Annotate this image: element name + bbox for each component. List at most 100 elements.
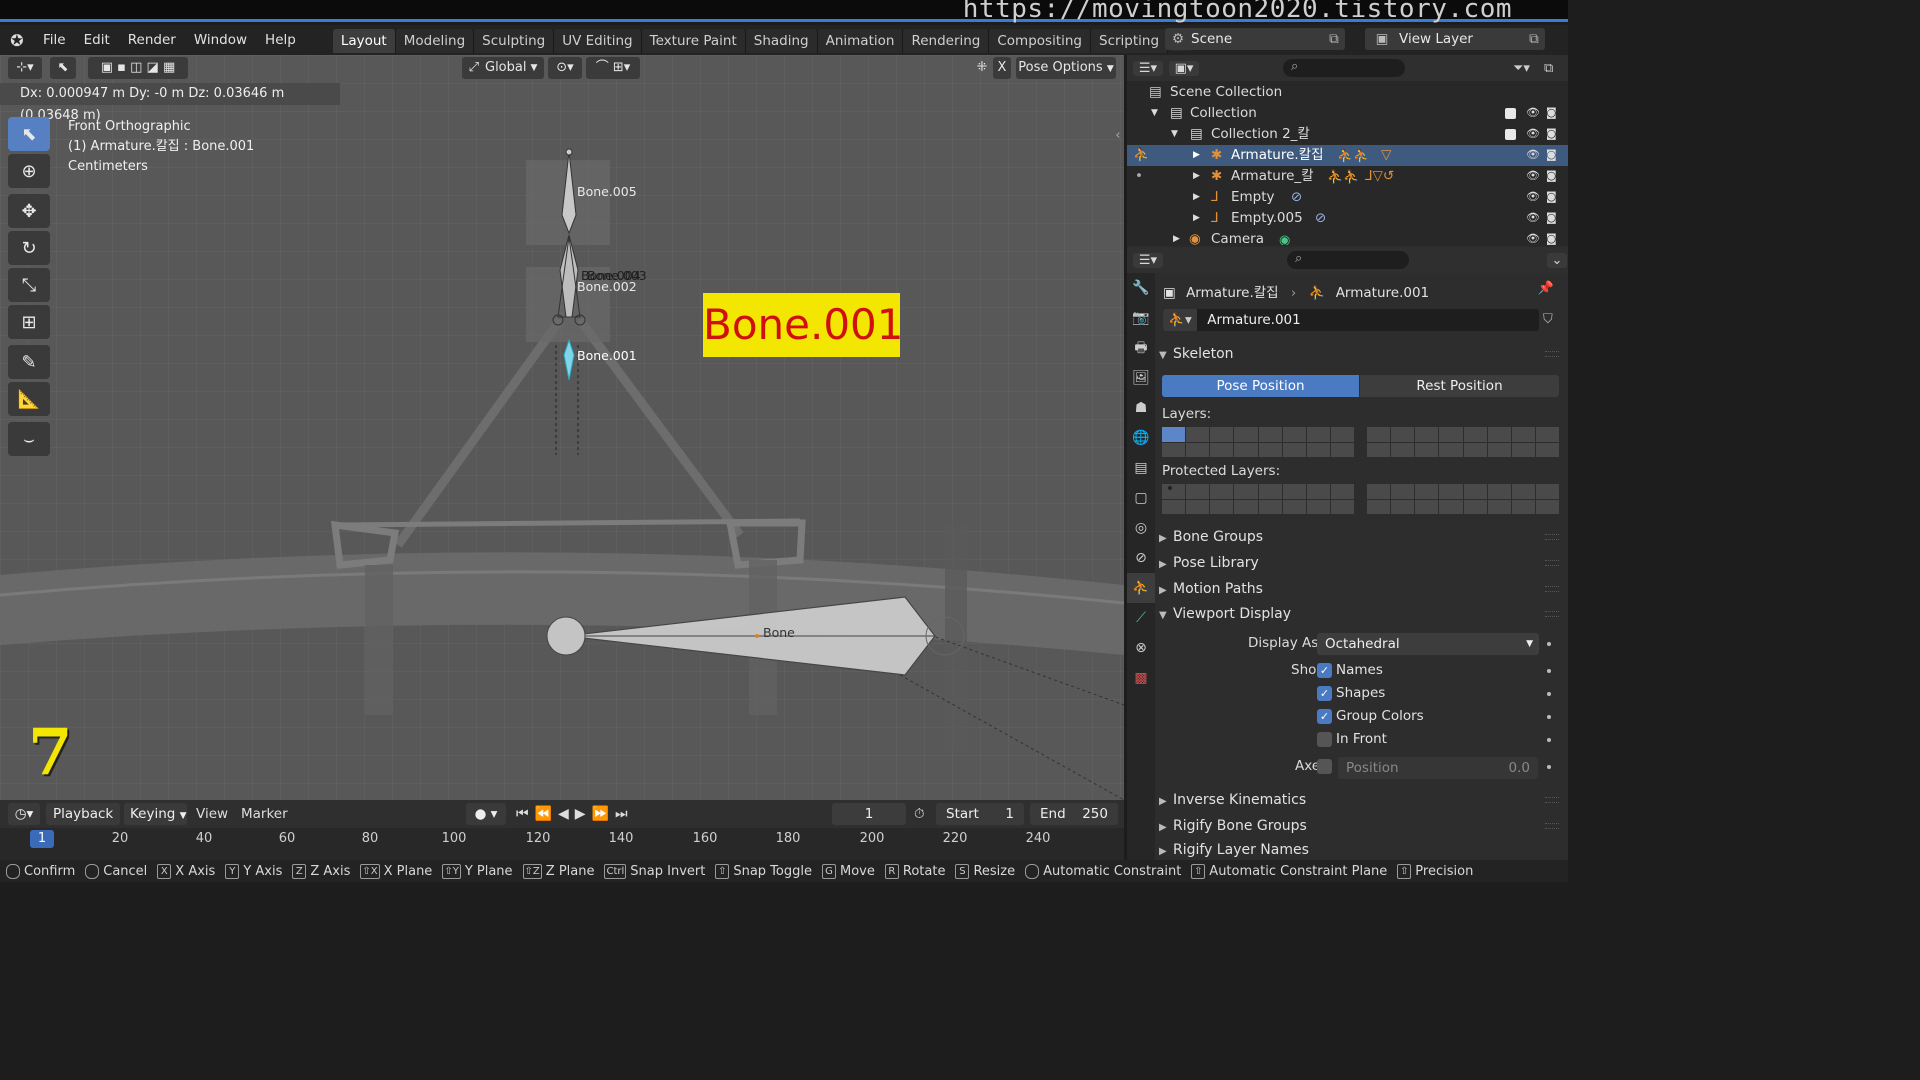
menu-edit[interactable]: Edit xyxy=(75,25,119,55)
camera-render-icon[interactable]: ◙ xyxy=(1546,191,1558,203)
armature-browse-icon[interactable]: ⛹▾ xyxy=(1163,309,1197,331)
editor-type-button[interactable]: ⊹▾ xyxy=(8,57,42,79)
timeline-view-menu[interactable]: View xyxy=(196,804,228,824)
pivot-point-button[interactable]: ⊙▾ xyxy=(548,57,582,79)
exclude-checkbox[interactable] xyxy=(1505,129,1516,140)
camera-render-icon[interactable]: ◙ xyxy=(1546,233,1558,245)
3d-viewport[interactable]: Bone.005 Bone.004 Bone.003 Bone.002 Bone… xyxy=(0,55,1124,800)
expand-icon[interactable]: ▶ xyxy=(1193,166,1200,187)
drag-grip-icon[interactable] xyxy=(1545,560,1559,566)
texture-tab-icon[interactable]: ▩ xyxy=(1127,663,1155,693)
camera-render-icon[interactable]: ◙ xyxy=(1546,128,1558,140)
animate-property-dot[interactable] xyxy=(1547,669,1551,673)
camera-render-icon[interactable]: ◙ xyxy=(1546,149,1558,161)
protected-layers-grid-right[interactable] xyxy=(1367,484,1559,514)
menu-file[interactable]: File xyxy=(34,25,75,55)
expand-icon[interactable]: ▶ xyxy=(1193,187,1200,208)
modifier-icons[interactable]: ⅃▽↺ xyxy=(1365,166,1394,187)
camera-render-icon[interactable]: ◙ xyxy=(1546,212,1558,224)
scene-selector[interactable]: ⚙ Scene ⧉ xyxy=(1165,28,1345,50)
view-layer-selector[interactable]: ▣ View Layer ⧉ xyxy=(1365,28,1545,50)
armature-name-field[interactable]: ⛹▾ Armature.001 xyxy=(1163,309,1539,331)
timeline-marker-menu[interactable]: Marker xyxy=(241,804,288,824)
select-box-tool-icon[interactable]: ⬉ xyxy=(8,117,50,151)
exclude-checkbox[interactable] xyxy=(1505,108,1516,119)
filter-icon[interactable]: ⏷▾ xyxy=(1513,61,1530,76)
blender-logo-icon[interactable]: ✪ xyxy=(0,31,34,50)
layers-grid-right[interactable] xyxy=(1367,427,1559,457)
measure-tool-icon[interactable]: 📐 xyxy=(8,382,50,416)
pose-library-section[interactable]: ▶ Pose Library xyxy=(1159,552,1559,574)
rigify-bone-groups-section[interactable]: ▶ Rigify Bone Groups xyxy=(1159,815,1559,837)
group-colors-checkbox[interactable]: ✓ xyxy=(1317,709,1332,724)
camera-data-icon[interactable]: ◉ xyxy=(1279,230,1290,245)
tab-rendering[interactable]: Rendering xyxy=(903,29,990,53)
pose-options-dropdown[interactable]: Pose Options ▼ xyxy=(1016,57,1116,79)
select-mode-button[interactable]: ⬉ xyxy=(50,57,76,79)
scale-tool-icon[interactable]: ⤡ xyxy=(8,268,50,302)
x-mirror-toggle[interactable]: X xyxy=(993,57,1011,79)
tab-compositing[interactable]: Compositing xyxy=(989,29,1091,53)
collection-tab-icon[interactable]: ▤ xyxy=(1127,453,1155,483)
outliner-row-armature-sword[interactable]: • ▶ ✱ Armature_칼 ⛹⛹ ⅃▽↺ 👁 ◙ xyxy=(1127,166,1568,187)
chevron-down-icon[interactable]: ⌄ xyxy=(1547,252,1567,268)
transform-orientation-dropdown[interactable]: ⤢ Global ▼ xyxy=(462,57,544,79)
scene-tab-icon[interactable]: ☗ xyxy=(1127,393,1155,423)
eye-icon[interactable]: 👁 xyxy=(1526,149,1540,161)
menu-help[interactable]: Help xyxy=(256,25,305,55)
sidebar-toggle-icon[interactable]: ‹ xyxy=(1112,125,1124,143)
expand-icon[interactable]: ▶ xyxy=(1173,229,1180,245)
fake-user-shield-icon[interactable]: ⛉ xyxy=(1543,312,1553,327)
outliner-row-collection[interactable]: ▼ ▤ Collection 👁 ◙ xyxy=(1127,103,1568,124)
bone-tab-icon[interactable]: ⟋ xyxy=(1127,603,1155,633)
tab-shading[interactable]: Shading xyxy=(745,29,818,53)
render-tab-icon[interactable]: 📷 xyxy=(1127,303,1155,333)
outliner-row-collection2[interactable]: ▼ ▤ Collection 2_칼 👁 ◙ xyxy=(1127,124,1568,145)
timeline-editor-type-button[interactable]: ◷▾ xyxy=(8,803,40,825)
pose-icon[interactable]: ⛹⛹ xyxy=(1327,167,1359,188)
playback-controls[interactable]: ⏮⏪◀▶⏩⏭ xyxy=(516,804,634,824)
new-view-layer-icon[interactable]: ⧉ xyxy=(1523,31,1545,47)
cursor-tool-icon[interactable]: ⊕ xyxy=(8,154,50,188)
tab-scripting[interactable]: Scripting xyxy=(1091,29,1169,53)
playback-menu[interactable]: Playback ▼ xyxy=(46,803,120,843)
pin-icon[interactable]: 📌 xyxy=(1538,281,1554,296)
constraints-tab-icon[interactable]: ⊘ xyxy=(1127,543,1155,573)
constraint-icon[interactable]: ⊘ xyxy=(1315,208,1326,229)
rotate-tool-icon[interactable]: ↻ xyxy=(8,231,50,265)
menu-window[interactable]: Window xyxy=(185,25,256,55)
layers-grid-left[interactable] xyxy=(1162,427,1354,457)
animate-property-dot[interactable] xyxy=(1547,715,1551,719)
armature-data-tab-icon[interactable]: ⛹ xyxy=(1127,573,1155,603)
bone-constraints-tab-icon[interactable]: ⊗ xyxy=(1127,633,1155,663)
start-frame-field[interactable]: Start 1 xyxy=(936,803,1024,825)
drag-grip-icon[interactable] xyxy=(1545,351,1559,357)
playhead-frame[interactable]: 1 xyxy=(30,830,54,848)
animate-property-dot[interactable] xyxy=(1547,692,1551,696)
axes-checkbox[interactable] xyxy=(1317,759,1332,774)
in-front-checkbox[interactable] xyxy=(1317,732,1332,747)
outliner-row-empty[interactable]: ▶ ⅃ Empty ⊘ 👁 ◙ xyxy=(1127,187,1568,208)
expand-icon[interactable]: ▼ xyxy=(1171,124,1178,145)
outliner-row-camera[interactable]: ▶ ◉ Camera ◉ 👁 ◙ xyxy=(1127,229,1568,245)
camera-render-icon[interactable]: ◙ xyxy=(1546,170,1558,182)
inverse-kinematics-section[interactable]: ▶ Inverse Kinematics xyxy=(1159,789,1559,811)
menu-render[interactable]: Render xyxy=(119,25,185,55)
display-as-dropdown[interactable]: Octahedral ▼ xyxy=(1317,633,1539,655)
pose-position-button[interactable]: Pose Position xyxy=(1162,375,1359,397)
properties-editor-type-button[interactable]: ☰▾ xyxy=(1133,252,1163,268)
rest-position-button[interactable]: Rest Position xyxy=(1360,375,1559,397)
eye-icon[interactable]: 👁 xyxy=(1526,128,1540,140)
tab-texture-paint[interactable]: Texture Paint xyxy=(641,29,746,53)
expand-icon[interactable]: ▼ xyxy=(1151,103,1158,124)
camera-render-icon[interactable]: ◙ xyxy=(1546,107,1558,119)
keying-menu[interactable]: Keying ▼ xyxy=(124,803,187,825)
animate-property-dot[interactable] xyxy=(1547,642,1551,646)
display-mode-button[interactable]: ▣▾ xyxy=(1169,60,1199,76)
animate-property-dot[interactable] xyxy=(1547,765,1551,769)
outliner-search-input[interactable]: ⌕ xyxy=(1283,59,1405,77)
motion-paths-section[interactable]: ▶ Motion Paths xyxy=(1159,578,1559,600)
skeleton-section-header[interactable]: ▼ Skeleton xyxy=(1159,343,1559,365)
eye-icon[interactable]: 👁 xyxy=(1526,107,1540,119)
mode-dot-icon[interactable]: • xyxy=(1135,166,1143,187)
